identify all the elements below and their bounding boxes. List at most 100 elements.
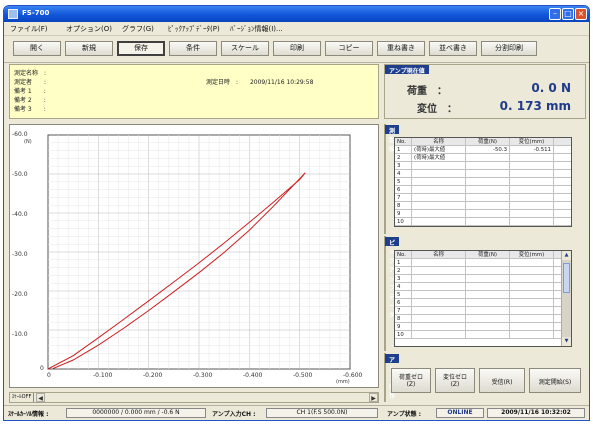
table-cell: 5 <box>395 291 412 298</box>
table-row[interactable]: 2 (荷時)最大値 <box>395 154 571 162</box>
maximize-button[interactable]: □ <box>562 8 574 20</box>
measured-values-table: No. 名称 荷重(N) 変位(mm) 1 (荷時)最大値 -50.3 -0.511 2… <box>394 137 572 227</box>
column-header: No. <box>395 251 412 258</box>
table-row[interactable]: 3 <box>395 162 571 170</box>
table-row[interactable]: 6 <box>395 299 571 307</box>
menu-graph[interactable]: グラフ(G) <box>122 24 154 34</box>
displacement-zero-label: 変位ゼロ <box>442 374 467 381</box>
title-bar: FS-700 – □ × <box>4 6 589 22</box>
table-cell <box>466 299 510 306</box>
scale-button[interactable]: スケール <box>221 41 269 56</box>
table-row[interactable]: 9 <box>395 210 571 218</box>
print-button[interactable]: 印刷 <box>273 41 321 56</box>
table-cell <box>466 186 510 193</box>
table-header: No. 名称 荷重(N) 変位(mm) <box>395 138 571 146</box>
y-tick-label: -40.0 <box>12 211 28 218</box>
scroll-thumb[interactable] <box>563 263 570 293</box>
table-cell <box>510 291 554 298</box>
table-row[interactable]: 4 <box>395 283 571 291</box>
scale-off-button[interactable]: ｽｹｰﾙOFF <box>10 393 34 402</box>
pickup-data-panel: ピックアップデータ No. 名称 荷重(N) 変位(mm) 1234567891… <box>384 236 572 351</box>
table-cell <box>510 210 554 217</box>
start-measurement-button[interactable]: 測定開始(S) <box>529 368 581 393</box>
table-row[interactable]: 10 <box>395 331 571 339</box>
table-cell: 9 <box>395 323 412 330</box>
load-zero-label: 荷重ゼロ <box>398 374 423 381</box>
table-cell <box>412 259 466 266</box>
scroll-up-arrow-icon[interactable]: ▲ <box>562 251 571 260</box>
table-cell <box>510 178 554 185</box>
table-cell: (荷時)最大値 <box>412 154 466 161</box>
chart-horizontal-scrollbar[interactable]: ｽｹｰﾙOFF ◀ ▶ <box>9 392 379 403</box>
table-cell <box>510 275 554 282</box>
open-button[interactable]: 開く <box>13 41 61 56</box>
split-print-button[interactable]: 分割印刷 <box>481 41 537 56</box>
table-row[interactable]: 7 <box>395 307 571 315</box>
load-zero-shortcut: (Z) <box>406 381 416 388</box>
copy-button[interactable]: コピー <box>325 41 373 56</box>
table-row[interactable]: 4 <box>395 170 571 178</box>
new-button[interactable]: 新規 <box>65 41 113 56</box>
menu-option[interactable]: オプション(O) <box>66 24 112 34</box>
table-row[interactable]: 6 <box>395 186 571 194</box>
table-row[interactable]: 10 <box>395 218 571 226</box>
table-row[interactable]: 8 <box>395 315 571 323</box>
condition-button[interactable]: 条件 <box>169 41 217 56</box>
scroll-right-arrow-icon[interactable]: ▶ <box>369 393 378 402</box>
table-cell <box>510 315 554 322</box>
table-cell <box>412 331 466 338</box>
table-row[interactable]: 7 <box>395 194 571 202</box>
table-cell <box>510 170 554 177</box>
toolbar: 開く 新規 保存 条件 スケール 印刷 コピー 重ね書き 並べ書き 分割印刷 <box>4 36 589 63</box>
table-cell: 2 <box>395 267 412 274</box>
table-cell <box>412 194 466 201</box>
table-cell <box>466 210 510 217</box>
table-cell <box>466 291 510 298</box>
table-row[interactable]: 1 (荷時)最大値 -50.3 -0.511 <box>395 146 571 154</box>
app-window: FS-700 – □ × ファイル(F) オプション(O) グラフ(G) ﾋﾟｯ… <box>3 5 590 421</box>
menu-pickup-data[interactable]: ﾋﾟｯｸｱｯﾌﾟﾃﾞｰﾀ(P) <box>168 24 220 34</box>
table-row[interactable]: 9 <box>395 323 571 331</box>
scroll-left-arrow-icon[interactable]: ◀ <box>36 393 45 402</box>
load-zero-button[interactable]: 荷重ゼロ (Z) <box>391 368 431 393</box>
table-cell: 3 <box>395 162 412 169</box>
table-cell <box>510 259 554 266</box>
menu-version-info[interactable]: ﾊﾞｰｼﾞｮﾝ情報(I)... <box>230 24 283 34</box>
table-row[interactable]: 3 <box>395 275 571 283</box>
table-cell: 7 <box>395 194 412 201</box>
receive-button[interactable]: 受信(R) <box>479 368 525 393</box>
table-cell <box>466 283 510 290</box>
overlay-button[interactable]: 重ね書き <box>377 41 425 56</box>
close-button[interactable]: × <box>575 8 587 20</box>
amp-input-ch-value: CH 1(F.S 500.0N) <box>266 408 378 418</box>
table-cell: 1 <box>395 146 412 153</box>
table-cell <box>412 315 466 322</box>
table-row[interactable]: 2 <box>395 267 571 275</box>
column-header: 荷重(N) <box>466 251 510 258</box>
table-row[interactable]: 5 <box>395 291 571 299</box>
menu-file[interactable]: ファイル(F) <box>10 24 48 34</box>
table-cell: 2 <box>395 154 412 161</box>
table-cell: 3 <box>395 275 412 282</box>
table-cell: 8 <box>395 202 412 209</box>
scroll-down-arrow-icon[interactable]: ▼ <box>562 337 571 346</box>
y-axis-unit: (N) <box>24 139 32 145</box>
measurement-datetime: 測定日時 : 2009/11/16 10:29:58 <box>206 77 313 86</box>
table-cell <box>510 283 554 290</box>
displacement-zero-button[interactable]: 変位ゼロ (Z) <box>435 368 475 393</box>
save-button[interactable]: 保存 <box>117 41 165 56</box>
amp-operation-panel: アンプ操作 荷重ゼロ (Z) 変位ゼロ (Z) 受信(R) 測定開始(S) <box>384 353 581 402</box>
displacement-zero-shortcut: (Z) <box>450 381 460 388</box>
table-row[interactable]: 5 <box>395 178 571 186</box>
table-cell <box>510 323 554 330</box>
minimize-button[interactable]: – <box>549 8 561 20</box>
table-cell: -50.3 <box>466 146 510 153</box>
table-row[interactable]: 1 <box>395 259 571 267</box>
load-displacement-chart: (N) (mm) -60.0 -50.0 -40.0 -30.0 -20.0 -… <box>9 124 379 388</box>
table-cell: -0.511 <box>510 146 554 153</box>
side-by-side-button[interactable]: 並べ書き <box>429 41 477 56</box>
table-cell <box>466 170 510 177</box>
pickup-vertical-scrollbar[interactable]: ▲ ▼ <box>561 251 571 346</box>
x-tick-label: -0.500 <box>293 372 313 379</box>
table-row[interactable]: 8 <box>395 202 571 210</box>
